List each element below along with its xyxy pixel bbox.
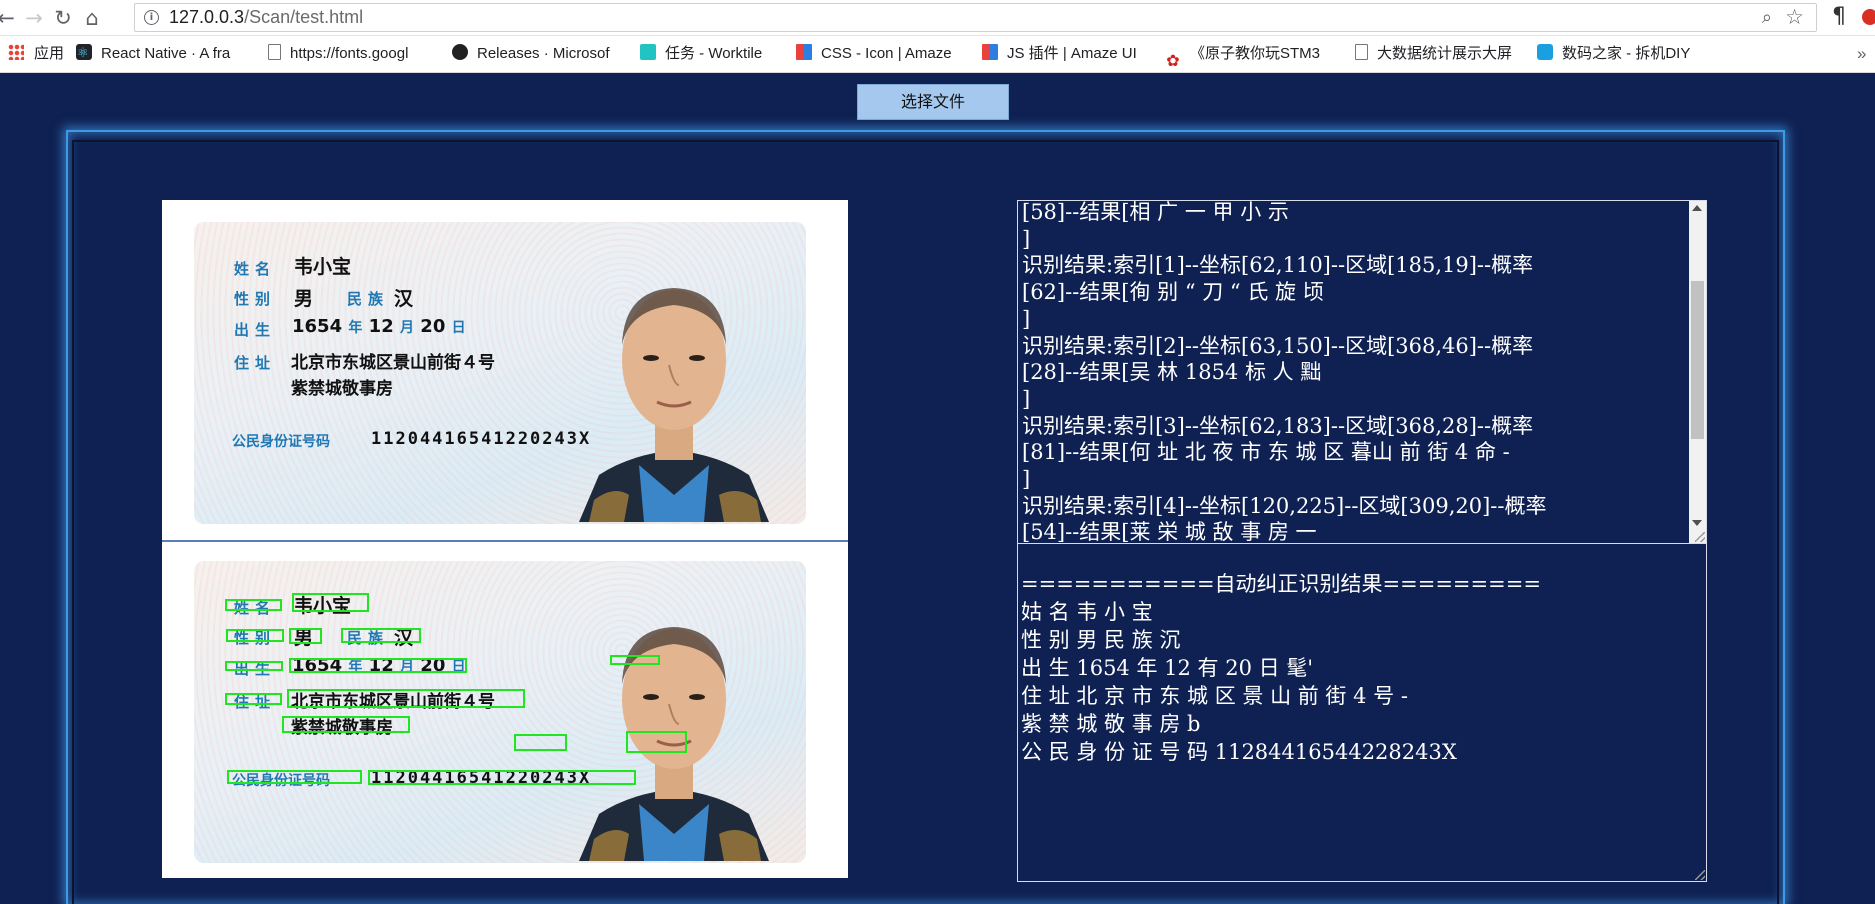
recognition-result-text: [58]--结果[相 广 一 甲 小 示 ] 识别结果:索引[1]--坐标[62…	[1022, 200, 1547, 544]
resize-grip-icon[interactable]	[1695, 532, 1705, 542]
bookmark-label: CSS - Icon | Amaze	[821, 45, 952, 62]
card-birth-value: 1654 年 12 月 20 日	[292, 316, 466, 337]
apps-grid-icon	[8, 44, 24, 61]
page-icon	[268, 44, 281, 61]
bookmark-label: 大数据统计展示大屏	[1377, 45, 1513, 62]
scroll-down-arrow-icon[interactable]	[1692, 520, 1702, 526]
bookmark-releases[interactable]: Releases · Microsof	[452, 36, 622, 72]
github-icon	[452, 44, 468, 61]
url-path: /Scan/test.html	[244, 7, 364, 27]
card-gender-label: 性别	[234, 290, 277, 308]
bookmark-react-native[interactable]: React Native · A fra	[76, 36, 246, 72]
detection-box	[287, 689, 525, 708]
birth-year: 1654	[292, 316, 343, 337]
bookmark-stm32[interactable]: ✿ 《原子教你玩STM3	[1165, 36, 1337, 72]
back-arrow-icon[interactable]: ←	[0, 4, 20, 32]
bookmark-label: JS 插件 | Amaze UI	[1007, 45, 1137, 62]
zoom-icon[interactable]: ⌕	[1762, 7, 1772, 28]
resize-grip-icon[interactable]	[1695, 870, 1705, 880]
bookmark-label: 任务 - Worktile	[665, 45, 763, 62]
reload-icon[interactable]: ↻	[49, 4, 77, 32]
id-card-annotated: 姓名 韦小宝 性别 男 民族 汉 出生 1654 年 12 月 20 日 住址 …	[194, 561, 806, 863]
detection-box	[225, 661, 283, 671]
card-id-label: 公民身份证号码	[232, 434, 330, 450]
detection-box	[626, 731, 687, 753]
card-address-line2: 紫禁城敬事房	[291, 379, 393, 399]
detection-box	[292, 593, 369, 612]
react-icon	[76, 36, 92, 71]
birth-month: 12	[368, 316, 394, 337]
birth-year-unit: 年	[348, 320, 363, 336]
mydrivers-icon	[1537, 44, 1553, 61]
worktile-icon	[640, 44, 656, 61]
paragraph-extension-icon[interactable]: ¶	[1832, 4, 1846, 29]
url-text: 127.0.0.3/Scan/test.html	[169, 7, 363, 28]
scrollbar-thumb[interactable]	[1691, 281, 1704, 439]
stm-icon: ✿	[1166, 53, 1180, 71]
card-name-label: 姓名	[234, 260, 277, 278]
id-card: 姓名 韦小宝 性别 男 民族 汉 出生 1654 年 12 月 20 日 住址 …	[194, 222, 806, 524]
detection-box	[227, 770, 362, 784]
result-scrollbar[interactable]	[1689, 201, 1706, 543]
home-icon[interactable]: ⌂	[78, 4, 106, 32]
browser-toolbar: ← → ↻ ⌂ i 127.0.0.3/Scan/test.html ⌕ ☆ ¶	[0, 0, 1875, 36]
detection-box	[225, 599, 282, 611]
card-address-label: 住址	[234, 354, 277, 372]
detection-box	[514, 734, 567, 751]
bookmark-label: 应用	[34, 45, 65, 62]
card-name-value: 韦小宝	[294, 256, 352, 278]
address-bar[interactable]: i 127.0.0.3/Scan/test.html ⌕ ☆	[134, 3, 1817, 32]
card-address-line1: 北京市东城区景山前街４号	[291, 353, 495, 373]
bookmarks-overflow-icon[interactable]: »	[1857, 36, 1875, 72]
bookmark-bigdata[interactable]: 大数据统计展示大屏	[1355, 36, 1530, 72]
bookmark-label: 数码之家 - 拆机DIY	[1562, 45, 1691, 62]
detection-box	[289, 658, 467, 673]
amaze-icon	[796, 44, 812, 61]
bookmark-star-icon[interactable]: ☆	[1785, 5, 1804, 29]
scroll-up-arrow-icon[interactable]	[1692, 205, 1702, 211]
forward-arrow-icon[interactable]: →	[20, 4, 48, 32]
choose-file-button[interactable]: 选择文件	[857, 84, 1009, 120]
birth-month-unit: 月	[400, 320, 415, 336]
info-icon[interactable]: i	[144, 10, 159, 25]
bookmark-amaze-js[interactable]: JS 插件 | Amaze UI	[982, 36, 1152, 72]
bookmark-mydrivers[interactable]: 数码之家 - 拆机DIY	[1537, 36, 1717, 72]
birth-day: 20	[420, 316, 446, 337]
portrait-photo	[579, 288, 769, 522]
corrected-result-textarea[interactable]: ===========自动纠正识别结果========= 姑 名 韦 小 宝 性…	[1017, 543, 1707, 882]
bookmark-amaze-css[interactable]: CSS - Icon | Amaze	[796, 36, 966, 72]
amaze-icon	[982, 44, 998, 61]
url-host: 127.0.0.3	[169, 7, 245, 27]
detection-box	[368, 770, 636, 785]
corrected-result-text: ===========自动纠正识别结果========= 姑 名 韦 小 宝 性…	[1021, 572, 1541, 764]
detection-box	[610, 655, 660, 665]
bookmark-apps[interactable]: 应用	[8, 36, 70, 72]
annotated-card-image: 姓名 韦小宝 性别 男 民族 汉 出生 1654 年 12 月 20 日 住址 …	[162, 542, 848, 878]
page-icon	[1355, 44, 1368, 61]
detection-box	[226, 629, 284, 642]
bookmark-label: https://fonts.googl	[290, 45, 409, 62]
detection-box	[282, 716, 410, 733]
card-id-number: 11204416541220243X	[371, 429, 592, 449]
detection-box	[341, 628, 421, 643]
card-gender-value: 男	[294, 288, 314, 310]
card-birth-label: 出生	[234, 321, 277, 339]
bookmarks-bar: 应用 React Native · A fra https://fonts.go…	[0, 36, 1875, 73]
bookmark-label: React Native · A fra	[101, 45, 231, 62]
bookmark-label: 《原子教你玩STM3	[1190, 45, 1321, 62]
portrait-photo	[579, 627, 769, 861]
detection-box	[289, 628, 322, 644]
birth-day-unit: 日	[451, 320, 466, 336]
detection-box	[225, 693, 282, 705]
recognition-result-textarea[interactable]: [58]--结果[相 广 一 甲 小 示 ] 识别结果:索引[1]--坐标[62…	[1017, 200, 1707, 544]
extension-icon[interactable]	[1862, 9, 1875, 25]
original-card-image: 姓名 韦小宝 性别 男 民族 汉 出生 1654 年 12 月 20 日 住址 …	[162, 200, 848, 540]
bookmark-google-fonts[interactable]: https://fonts.googl	[268, 36, 434, 72]
card-ethnic-label: 民族	[347, 290, 390, 308]
bookmark-label: Releases · Microsof	[477, 45, 610, 62]
card-ethnic-value: 汉	[394, 288, 414, 310]
bookmark-worktile[interactable]: 任务 - Worktile	[640, 36, 785, 72]
